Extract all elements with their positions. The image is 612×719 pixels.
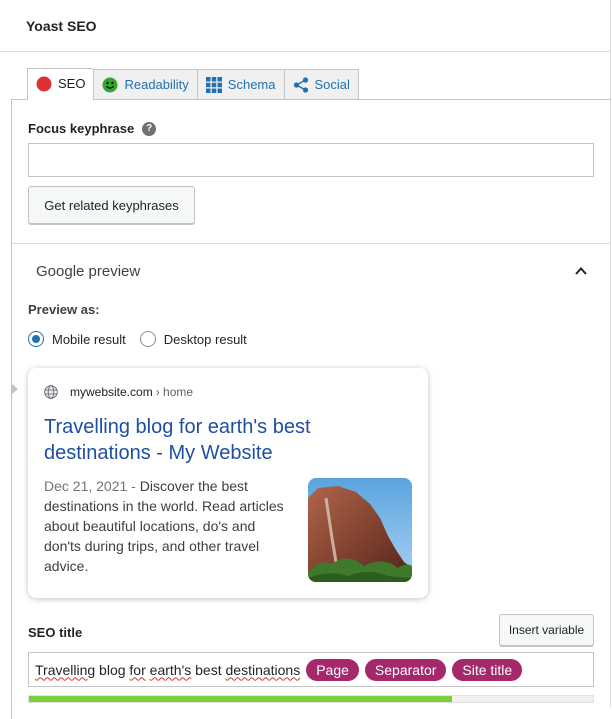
site-row: mywebsite.com › home — [44, 385, 193, 399]
google-preview-card: mywebsite.com › home Travelling blog for… — [28, 368, 428, 598]
radio-unchecked-circle[interactable] — [139, 331, 156, 347]
help-icon[interactable]: ? — [142, 121, 157, 136]
seo-title-input[interactable]: Travelling blog for earth's best destina… — [28, 652, 594, 687]
tab-seo-label: SEO — [58, 76, 86, 91]
focus-keyphrase-input[interactable] — [28, 143, 594, 177]
google-preview-heading[interactable]: Google preview — [36, 263, 140, 280]
mobile-result-radio[interactable]: Mobile result — [28, 331, 126, 347]
tab-social-label: Social — [314, 77, 350, 92]
spelling-word: Travelling — [35, 661, 96, 678]
variable-pill-separator[interactable]: Separator — [364, 658, 447, 681]
tab-schema-label: Schema — [227, 77, 276, 92]
plain-word: blog — [95, 661, 130, 678]
variable-pill-page[interactable]: Page — [306, 658, 359, 681]
preview-caret-marker — [11, 383, 18, 395]
share-icon — [293, 76, 309, 93]
red-score-dot-icon — [36, 76, 52, 92]
section-divider — [12, 243, 611, 244]
tab-seo[interactable]: SEO — [27, 68, 94, 100]
spelling-word: destinations — [225, 661, 301, 678]
preview-mode-radio-group: Mobile result Desktop result — [28, 331, 261, 347]
variable-pill-site-title[interactable]: Site title — [452, 658, 523, 681]
search-result-title[interactable]: Travelling blog for earth's best destina… — [44, 414, 404, 466]
tab-social[interactable]: Social — [283, 69, 359, 100]
seo-title-label: SEO title — [28, 625, 83, 640]
seo-title-text[interactable]: Travelling blog for earth's best destina… — [35, 662, 300, 678]
tab-readability[interactable]: Readability — [93, 69, 197, 100]
site-breadcrumb: › home — [155, 385, 194, 399]
chevron-up-icon[interactable] — [574, 264, 588, 278]
metabox-header: Yoast SEO — [0, 0, 611, 52]
get-related-keyphrases-button[interactable]: Get related keyphrases — [28, 186, 195, 224]
progress-fill — [29, 696, 452, 702]
insert-variable-button[interactable]: Insert variable — [499, 614, 594, 646]
tab-readability-label: Readability — [124, 77, 189, 92]
tab-bar: SEO Readability Schema Social — [27, 68, 359, 100]
seo-title-length-progress — [28, 695, 594, 703]
radio-checked-circle[interactable] — [28, 331, 44, 347]
grid-icon — [205, 76, 222, 93]
search-result-date: Dec 21, 2021 — [44, 478, 128, 494]
site-url: mywebsite.com — [70, 385, 153, 399]
date-separator: - — [127, 478, 140, 494]
green-smiley-icon — [102, 77, 118, 93]
focus-keyphrase-label-text: Focus keyphrase — [28, 121, 135, 136]
tab-schema[interactable]: Schema — [196, 69, 284, 100]
globe-icon — [44, 385, 58, 399]
spelling-word: for — [129, 661, 146, 678]
spelling-word: earth's — [149, 661, 192, 678]
featured-image-thumbnail — [308, 478, 412, 582]
focus-keyphrase-label: Focus keyphrase ? — [28, 121, 157, 136]
desktop-result-label[interactable]: Desktop result — [164, 332, 247, 347]
desktop-result-radio[interactable]: Desktop result — [139, 331, 247, 347]
preview-as-label: Preview as: — [28, 302, 100, 317]
metabox-title: Yoast SEO — [26, 18, 97, 34]
plain-word: best — [191, 661, 226, 678]
mobile-result-label[interactable]: Mobile result — [52, 332, 126, 347]
search-result-description: Dec 21, 2021 - Discover the best destina… — [44, 476, 294, 576]
